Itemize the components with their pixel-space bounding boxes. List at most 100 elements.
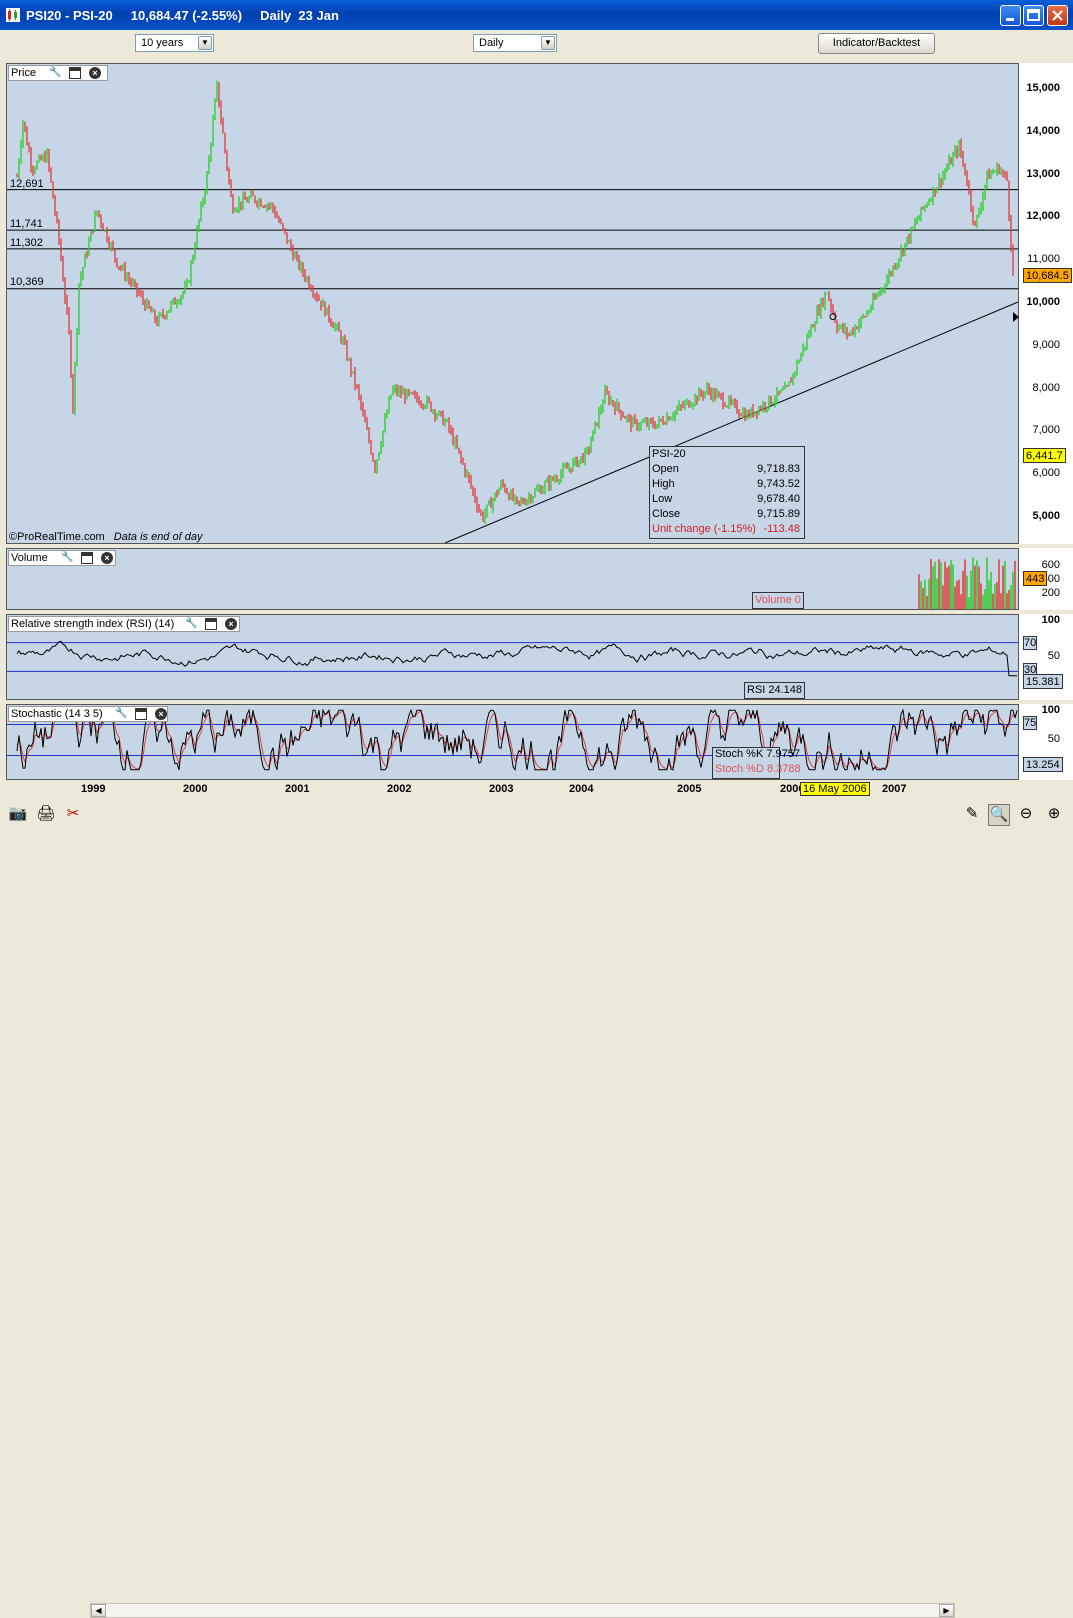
delete-drawing-icon[interactable]: ✂ (63, 804, 83, 824)
year-label: 2002 (387, 783, 412, 795)
infobox-value: 9,718.83 (757, 463, 800, 475)
year-label: 2000 (183, 783, 208, 795)
infobox-value: 9,678.40 (757, 493, 800, 505)
price-pane[interactable]: Price 🔧 × 12,691 11,741 11,302 10,369 ©P… (6, 63, 1019, 544)
rsi-line (16, 640, 1017, 677)
scroll-right-icon[interactable]: ▶ (939, 1604, 954, 1617)
window-icon[interactable] (205, 618, 217, 630)
year-label: 1999 (81, 783, 106, 795)
rsi-tag: 15.381 (1023, 674, 1063, 689)
interval-select[interactable]: Daily ▼ (473, 34, 557, 52)
hline-label: 11,741 (10, 218, 43, 230)
interval-value: Daily (479, 37, 504, 49)
wrench-icon[interactable]: 🔧 (115, 708, 127, 720)
axis-tick: 11,000 (1027, 253, 1060, 265)
close-pane-icon[interactable]: × (225, 618, 237, 630)
volume-pane-header: Volume 🔧 × (8, 550, 116, 566)
axis-tick: 75 (1023, 716, 1038, 730)
close-button[interactable] (1047, 5, 1068, 26)
axis-tick: 600 (1041, 559, 1060, 571)
maximize-button[interactable] (1023, 5, 1044, 26)
window-icon[interactable] (135, 708, 147, 720)
zoom-in-icon[interactable]: ⊕ (1044, 804, 1064, 824)
stochastic-readout: Stoch %K 7.9757 Stoch %D 8.3788 (712, 747, 801, 779)
ohlc-infobox: PSI-20 Open 9,718.83 High 9,743.52 Low 9… (649, 446, 805, 539)
wrench-icon[interactable]: 🔧 (185, 618, 197, 630)
rsi-readout: RSI 24.148 (744, 682, 806, 699)
axis-tick: 100 (1041, 704, 1060, 716)
zoom-select-icon[interactable]: 🔍 (988, 804, 1010, 826)
print-icon[interactable]: 🖨 (36, 804, 56, 824)
axis-tick: 14,000 (1026, 125, 1060, 137)
candlestick-app-icon (6, 8, 20, 22)
axis-tick: 15,000 (1026, 82, 1060, 94)
data-note: Data is end of day (113, 531, 203, 543)
chevron-down-icon[interactable]: ▼ (198, 36, 212, 50)
stochastic-pane[interactable]: Stochastic (14 3 5) 🔧 × Stoch %K 7.9757 … (6, 704, 1019, 780)
minimize-button[interactable] (1000, 5, 1021, 26)
window-title: PSI20 - PSI-20 10,684.47 (-2.55%) Daily … (26, 8, 339, 23)
stochastic-tag: 13.254 (1023, 757, 1063, 772)
title-bar: PSI20 - PSI-20 10,684.47 (-2.55%) Daily … (0, 0, 1073, 30)
infobox-title: PSI-20 (652, 448, 686, 460)
draw-tool-icon[interactable]: ✎ (962, 804, 982, 824)
axis-tick: 100 (1041, 614, 1060, 626)
axis-tick: 13,000 (1026, 168, 1060, 180)
price-pane-label: Price (11, 67, 37, 79)
infobox-value: 9,743.52 (757, 478, 800, 490)
year-label: 2004 (569, 783, 594, 795)
cursor-date-tag: 16 May 2006 (800, 782, 870, 796)
infobox-value: 9,715.89 (757, 508, 800, 520)
year-label: 2001 (285, 783, 310, 795)
volume-readout: Volume 0 (752, 592, 804, 609)
stoch-d-readout: Stoch %D 8.3788 (715, 763, 801, 775)
screenshot-icon[interactable]: 📷 (8, 804, 28, 824)
axis-tick: 9,000 (1032, 339, 1060, 351)
axis-tick: 50 (1047, 650, 1060, 662)
last-price-tag: 10,684.5 (1023, 268, 1072, 283)
axis-tick: 7,000 (1032, 424, 1060, 436)
scroll-left-icon[interactable]: ◀ (91, 1604, 106, 1617)
period-value: 10 years (141, 37, 184, 49)
volume-chart[interactable] (7, 549, 1018, 609)
copyright-text: ©ProRealTime.com (9, 531, 105, 543)
indicator-backtest-button[interactable]: Indicator/Backtest (818, 33, 935, 54)
axis-tick: 8,000 (1032, 382, 1060, 394)
stochastic-pane-header: Stochastic (14 3 5) 🔧 × (8, 706, 168, 722)
price-chart[interactable] (7, 64, 1018, 543)
infobox-change-value: -113.48 (763, 523, 801, 535)
close-pane-icon[interactable]: × (89, 67, 101, 79)
cursor-arrow-icon (1013, 312, 1019, 322)
hline-label: 11,302 (10, 237, 43, 249)
year-label: 2007 (882, 783, 907, 795)
axis-tick: 10,000 (1026, 296, 1060, 308)
close-pane-icon[interactable]: × (101, 552, 113, 564)
chevron-down-icon[interactable]: ▼ (541, 36, 555, 50)
trendline-tag: 6,441.7 (1023, 448, 1066, 463)
year-label: 2005 (677, 783, 702, 795)
hline-label: 10,369 (10, 276, 44, 288)
year-label: 2003 (489, 783, 514, 795)
window-icon[interactable] (81, 552, 93, 564)
infobox-label: Close (652, 508, 681, 520)
rsi-pane-header: Relative strength index (RSI) (14) 🔧 × (8, 616, 240, 632)
window-icon[interactable] (69, 67, 81, 79)
maximize-icon (1027, 9, 1040, 21)
rsi-pane[interactable]: Relative strength index (RSI) (14) 🔧 × R… (6, 614, 1019, 700)
infobox-label: Open (652, 463, 679, 475)
volume-tag: 443 (1023, 571, 1048, 586)
minimize-icon (1006, 18, 1014, 21)
price-pane-header: Price 🔧 × (8, 65, 108, 81)
close-pane-icon[interactable]: × (155, 708, 167, 720)
stochastic-pane-label: Stochastic (14 3 5) (11, 708, 103, 720)
horizontal-scrollbar[interactable]: ◀ ▶ (90, 1603, 955, 1618)
copyright-note: ©ProRealTime.com Data is end of day (9, 531, 202, 543)
axis-tick: 50 (1047, 733, 1060, 745)
volume-pane[interactable]: Volume 🔧 × Volume 0 (6, 548, 1019, 610)
axis-tick: 200 (1041, 587, 1060, 599)
wrench-icon[interactable]: 🔧 (61, 552, 73, 564)
period-select[interactable]: 10 years ▼ (135, 34, 214, 52)
volume-pane-label: Volume (11, 552, 48, 564)
zoom-out-icon[interactable]: ⊖ (1016, 804, 1036, 824)
wrench-icon[interactable]: 🔧 (49, 67, 61, 79)
